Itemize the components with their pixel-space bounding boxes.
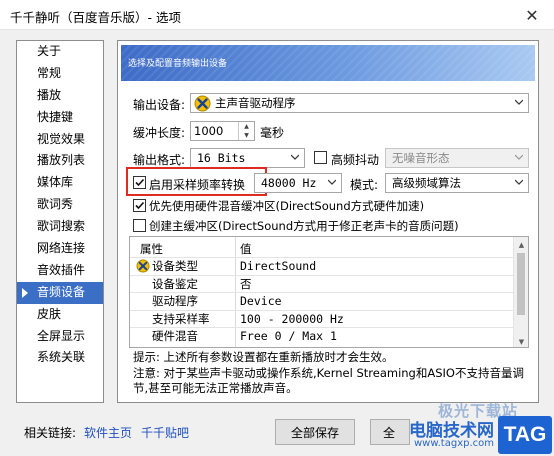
sidebar-item[interactable]: 全屏显示 [17, 326, 103, 348]
options-category-list[interactable]: 关于 常规 播放 快捷键 视觉效果 播放列表 媒体库 歌词秀 歌词搜索 网络连接 音效插件 音频设备皮… [16, 40, 104, 403]
property-value: DirectSound [240, 259, 317, 273]
sidebar-item[interactable]: 系统关联 [17, 347, 103, 369]
scroll-thumb[interactable] [517, 253, 525, 315]
property-name: 支持采样率 [152, 311, 210, 326]
scroll-down-icon[interactable]: ▼ [514, 334, 528, 347]
sidebar-item[interactable]: 网络连接 [17, 238, 103, 260]
sidebar-item[interactable]: 播放列表 [17, 150, 103, 172]
property-row[interactable]: 驱动程序 Device [130, 293, 514, 310]
output-device-label: 输出设备: [133, 98, 186, 112]
chevron-down-icon [515, 98, 523, 106]
hw-mixing-label: 优先使用硬件混音缓冲区(DirectSound方式硬件加速) [149, 199, 425, 213]
sidebar-item[interactable]: 关于 [17, 41, 103, 63]
property-value: 100 - 200000 Hz [240, 311, 344, 326]
chevron-down-icon [328, 178, 336, 186]
property-row[interactable]: 硬件混音 Free 0 / Max 1 [130, 328, 514, 345]
hf-dither-label: 高频抖动 [331, 153, 380, 167]
device-properties-list[interactable]: 属性 值 设备类型 DirectSound 设备鉴定 否驱动程序 Device 支持采样率… [129, 236, 529, 348]
hint-text: 提示: 上述所有参数设置都在重新播放时才会生效。 [133, 350, 394, 364]
resample-mode-value: 高级频域算法 [392, 176, 461, 190]
property-value: 否 [240, 276, 252, 291]
hw-mixing-checkbox[interactable] [133, 199, 146, 212]
tag-logo: TAG [498, 416, 552, 454]
chevron-down-icon [291, 153, 299, 161]
output-format-label: 输出格式: [133, 153, 186, 167]
window-title: 千千静听（百度音乐版）- 选项 [10, 10, 181, 25]
output-format-dropdown[interactable]: 16 Bits [190, 148, 305, 168]
scroll-up-icon[interactable]: ▲ [514, 237, 528, 252]
buffer-unit-label: 毫秒 [260, 126, 285, 140]
property-row[interactable]: 设备鉴定 否 [130, 276, 514, 293]
properties-scrollbar[interactable]: ▲ ▼ [513, 237, 528, 347]
site-watermark: 极光下载站 电脑技术网 www.tagxp.com TAG [378, 400, 554, 456]
sidebar-item[interactable]: 音效插件 [17, 260, 103, 282]
resample-label: 启用采样频率转换 [149, 178, 246, 192]
close-icon[interactable]: ✕ [510, 0, 554, 30]
sidebar-item[interactable]: 快捷键 [17, 107, 103, 129]
output-format-value: 16 Bits [197, 151, 246, 165]
title-bar: 千千静听（百度音乐版）- 选项 ✕ [0, 0, 554, 30]
buffer-length-stepper[interactable]: 1000 ▲ ▼ [190, 121, 255, 141]
spin-down-icon[interactable]: ▼ [239, 131, 254, 140]
buffer-length-label: 缓冲长度: [133, 126, 186, 140]
hf-dither-value: 无噪音形态 [392, 151, 450, 165]
hf-dither-dropdown[interactable]: 无噪音形态 [385, 148, 529, 168]
property-value: Device [240, 294, 282, 308]
save-all-button[interactable]: 全部保存 [275, 419, 355, 445]
property-name: 驱动程序 [152, 294, 198, 308]
property-row[interactable]: 支持采样率 100 - 200000 Hz [130, 311, 514, 328]
chevron-down-icon [515, 178, 523, 186]
tieba-link[interactable]: 千千贴吧 [141, 424, 189, 441]
panel-banner: 选择及配置音频输出设备 [121, 45, 535, 81]
resample-rate-dropdown[interactable]: 48000 Hz [254, 173, 342, 193]
output-device-dropdown[interactable]: 主声音驱动程序 [190, 93, 529, 113]
directsound-device-icon [194, 95, 211, 112]
value-column-header: 值 [240, 242, 252, 256]
properties-header: 属性 值 [130, 241, 514, 258]
hf-dither-checkbox[interactable] [314, 151, 327, 164]
spin-up-icon[interactable]: ▲ [239, 122, 254, 131]
sidebar-item[interactable]: 音频设备 [17, 281, 103, 304]
resample-mode-dropdown[interactable]: 高级频域算法 [385, 173, 529, 193]
notes-area: 提示: 上述所有参数设置都在重新播放时才会生效。 注意: 对于某些声卡驱动或操作… [133, 350, 528, 396]
watermark-url-text: www.tagxp.com [414, 438, 494, 449]
property-value: Free 0 / Max 1 [240, 329, 337, 343]
related-links-label: 相关链接: [24, 426, 77, 440]
property-column-header: 属性 [140, 242, 163, 256]
primary-buffer-checkbox[interactable] [133, 219, 146, 232]
resample-checkbox[interactable] [133, 176, 146, 189]
property-name: 设备鉴定 [152, 276, 198, 291]
sidebar-item[interactable]: 歌词搜索 [17, 216, 103, 238]
output-device-value: 主声音驱动程序 [215, 96, 296, 110]
attention-text: 注意: 对于某些声卡驱动或操作系统,Kernel Streaming和ASIO不… [133, 366, 524, 395]
property-row[interactable]: 设备类型 DirectSound [130, 258, 514, 275]
sidebar-item[interactable]: 歌词秀 [17, 194, 103, 216]
sidebar-item[interactable]: 皮肤 [17, 304, 103, 326]
property-name: 硬件混音 [152, 329, 198, 343]
banner-text: 选择及配置音频输出设备 [128, 59, 228, 69]
chevron-down-icon [515, 153, 523, 161]
resample-rate-value: 48000 Hz [261, 176, 317, 190]
sidebar-item[interactable]: 播放 [17, 85, 103, 107]
resample-mode-label: 模式: [350, 178, 379, 192]
buffer-length-value: 1000 [194, 124, 224, 138]
sidebar-item[interactable]: 常规 [17, 63, 103, 85]
primary-buffer-label: 创建主缓冲区(DirectSound方式用于修正老声卡的音质问题) [149, 219, 459, 233]
homepage-link[interactable]: 软件主页 [84, 424, 132, 441]
sidebar-item[interactable]: 媒体库 [17, 172, 103, 194]
property-name: 设备类型 [152, 259, 198, 273]
sidebar-item[interactable]: 视觉效果 [17, 129, 103, 151]
